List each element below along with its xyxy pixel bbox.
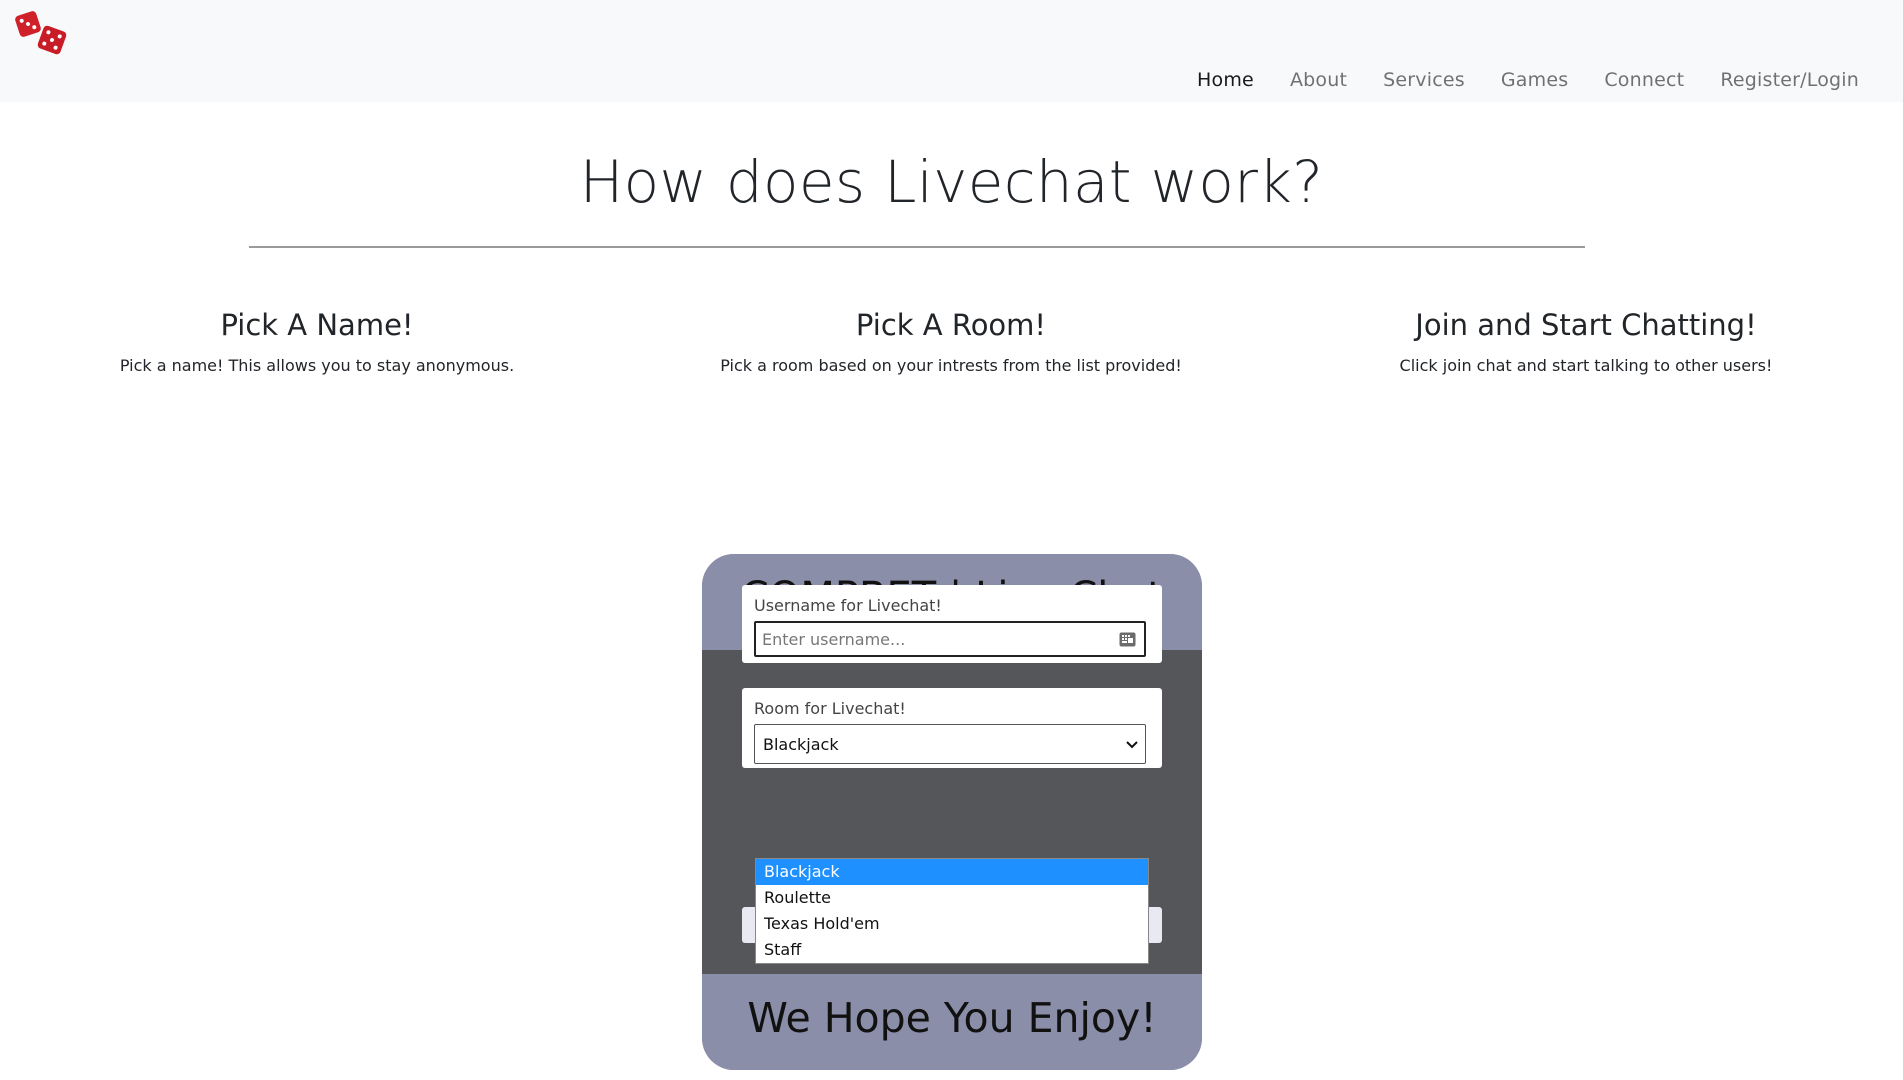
room-option-staff[interactable]: Staff (756, 937, 1148, 963)
nav-register-login[interactable]: Register/Login (1720, 69, 1859, 91)
nav-links: Home About Services Games Connect Regist… (1197, 69, 1859, 91)
room-option-texas-holdem[interactable]: Texas Hold'em (756, 911, 1148, 937)
step-join-chat: Join and Start Chatting! Click join chat… (1306, 308, 1866, 375)
username-placeholder: Enter username... (762, 630, 906, 649)
username-field-box: Username for Livechat! Enter username... (742, 585, 1162, 663)
room-select[interactable]: Blackjack (754, 724, 1146, 764)
step-pick-room: Pick A Room! Pick a room based on your i… (671, 308, 1231, 375)
room-option-blackjack[interactable]: Blackjack (756, 859, 1148, 885)
room-label: Room for Livechat! (754, 699, 906, 718)
keyboard-icon[interactable] (1119, 632, 1136, 647)
step-title: Pick A Room! (855, 308, 1047, 342)
room-option-roulette[interactable]: Roulette (756, 885, 1148, 911)
nav-games[interactable]: Games (1501, 69, 1568, 91)
dice-icon[interactable] (14, 8, 68, 56)
step-text: Pick a room based on your intrests from … (720, 356, 1182, 375)
room-dropdown-list: Blackjack Roulette Texas Hold'em Staff (755, 858, 1149, 964)
step-text: Click join chat and start talking to oth… (1399, 356, 1773, 375)
step-pick-name: Pick A Name! Pick a name! This allows yo… (37, 308, 597, 375)
nav-services[interactable]: Services (1383, 69, 1465, 91)
username-label: Username for Livechat! (754, 596, 942, 615)
nav-home[interactable]: Home (1197, 69, 1254, 91)
card-footer-text: We Hope You Enjoy! (747, 994, 1157, 1042)
room-select-value: Blackjack (763, 735, 839, 754)
divider (249, 246, 1585, 248)
username-input[interactable]: Enter username... (754, 621, 1146, 657)
navbar: Home About Services Games Connect Regist… (0, 0, 1903, 102)
step-text: Pick a name! This allows you to stay ano… (119, 356, 515, 375)
nav-about[interactable]: About (1290, 69, 1347, 91)
step-title: Pick A Name! (220, 308, 414, 342)
page-title: How does Livechat work? (579, 148, 1324, 216)
card-footer: We Hope You Enjoy! (702, 974, 1202, 1070)
room-field-box: Room for Livechat! Blackjack (742, 688, 1162, 768)
nav-connect[interactable]: Connect (1604, 69, 1684, 91)
step-title: Join and Start Chatting! (1415, 308, 1757, 342)
chevron-down-icon (1126, 741, 1138, 749)
